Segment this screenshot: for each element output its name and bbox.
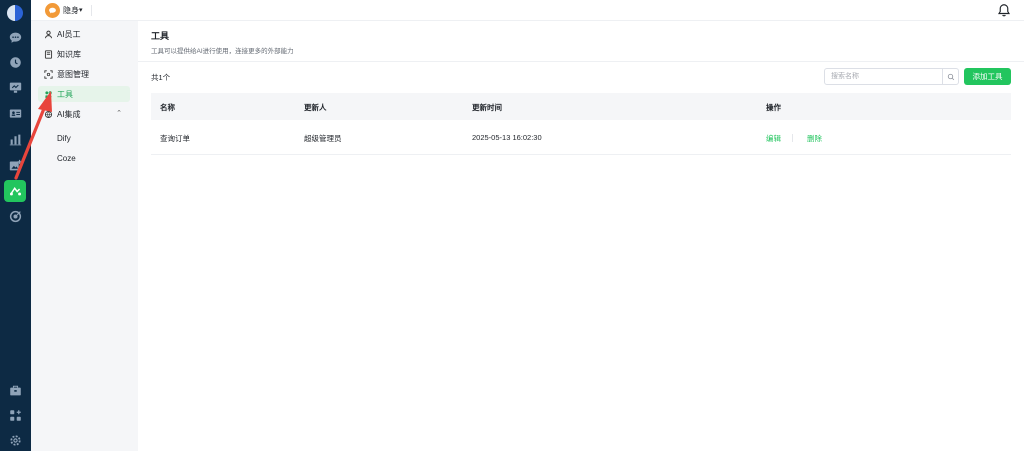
- divider: [792, 134, 793, 142]
- sidebar-item-label: 工具: [57, 89, 73, 99]
- bell-icon[interactable]: [997, 3, 1011, 17]
- workspace-avatar[interactable]: [45, 3, 60, 18]
- search-box: [824, 68, 959, 85]
- integration-icon: [43, 109, 53, 119]
- edit-button[interactable]: 编辑: [766, 133, 781, 144]
- image-add-icon[interactable]: [6, 156, 25, 175]
- sidebar-item-label: 意图管理: [57, 69, 89, 79]
- apps-icon[interactable]: [6, 406, 25, 425]
- search-input[interactable]: [825, 69, 943, 84]
- ai-tools-icon[interactable]: [4, 180, 26, 202]
- main-content: 工具 工具可以提供给AI进行使用，连接更多的外部能力 共1个 添加工具 名称 更…: [138, 21, 1024, 451]
- sidebar-subitem-dify[interactable]: Dify: [57, 134, 71, 143]
- workspace-name[interactable]: 隐身: [63, 5, 79, 16]
- sidebar-subitem-coze[interactable]: Coze: [57, 154, 76, 163]
- cell-updated-time: 2025-05-13 16:02:30: [472, 133, 542, 142]
- table-header: 名称 更新人 更新时间 操作: [151, 93, 1011, 120]
- settings-icon[interactable]: [6, 431, 25, 450]
- chevron-up-icon[interactable]: ⌃: [116, 109, 122, 117]
- search-button[interactable]: [942, 69, 958, 84]
- sidebar-item-ai-staff[interactable]: AI员工: [38, 26, 130, 42]
- top-bar: 隐身 ▾: [31, 0, 1024, 21]
- sidebar-item-intent-management[interactable]: 意图管理: [38, 66, 130, 82]
- sidebar-item-tools[interactable]: 工具: [38, 86, 130, 102]
- divider: [138, 61, 1024, 62]
- sidebar-item-label: 知识库: [57, 49, 81, 59]
- column-header-actions: 操作: [766, 103, 781, 112]
- chat-icon[interactable]: [6, 28, 25, 47]
- sidebar-item-knowledge-base[interactable]: 知识库: [38, 46, 130, 62]
- tool-icon: [43, 89, 53, 99]
- secondary-sidebar: AI员工 知识库 意图管理 工具 AI集成 ⌃ Dify Coze: [31, 21, 138, 451]
- app-logo[interactable]: [7, 5, 23, 21]
- column-header-name: 名称: [160, 103, 175, 112]
- target-icon[interactable]: [6, 207, 25, 226]
- total-count: 共1个: [151, 73, 171, 82]
- sidebar-item-ai-integration[interactable]: AI集成 ⌃: [38, 106, 130, 122]
- contact-card-icon[interactable]: [6, 104, 25, 123]
- delete-button[interactable]: 删除: [807, 133, 822, 144]
- chevron-down-icon[interactable]: ▾: [79, 6, 83, 14]
- page-description: 工具可以提供给AI进行使用，连接更多的外部能力: [151, 48, 294, 55]
- tools-table: 名称 更新人 更新时间 操作 查询订单 超级管理员 2025-05-13 16:…: [151, 93, 1011, 155]
- sidebar-item-label: AI员工: [57, 29, 81, 39]
- briefcase-icon[interactable]: [6, 381, 25, 400]
- cell-updater: 超级管理员: [304, 134, 342, 143]
- column-header-updater: 更新人: [304, 103, 327, 112]
- monitor-icon[interactable]: [6, 78, 25, 97]
- table-row: 查询订单 超级管理员 2025-05-13 16:02:30 编辑 删除: [151, 120, 1011, 155]
- scan-icon: [43, 69, 53, 79]
- book-icon: [43, 49, 53, 59]
- sidebar-item-label: AI集成: [57, 109, 81, 119]
- divider: [91, 5, 92, 16]
- bar-chart-icon[interactable]: [6, 130, 25, 149]
- search-icon: [947, 73, 954, 80]
- page-title: 工具: [151, 31, 170, 41]
- user-icon: [43, 29, 53, 39]
- cell-name: 查询订单: [160, 134, 190, 143]
- history-icon[interactable]: [6, 53, 25, 72]
- column-header-updated-time: 更新时间: [472, 103, 502, 112]
- add-tool-button[interactable]: 添加工具: [964, 68, 1011, 85]
- app-rail: [0, 0, 31, 451]
